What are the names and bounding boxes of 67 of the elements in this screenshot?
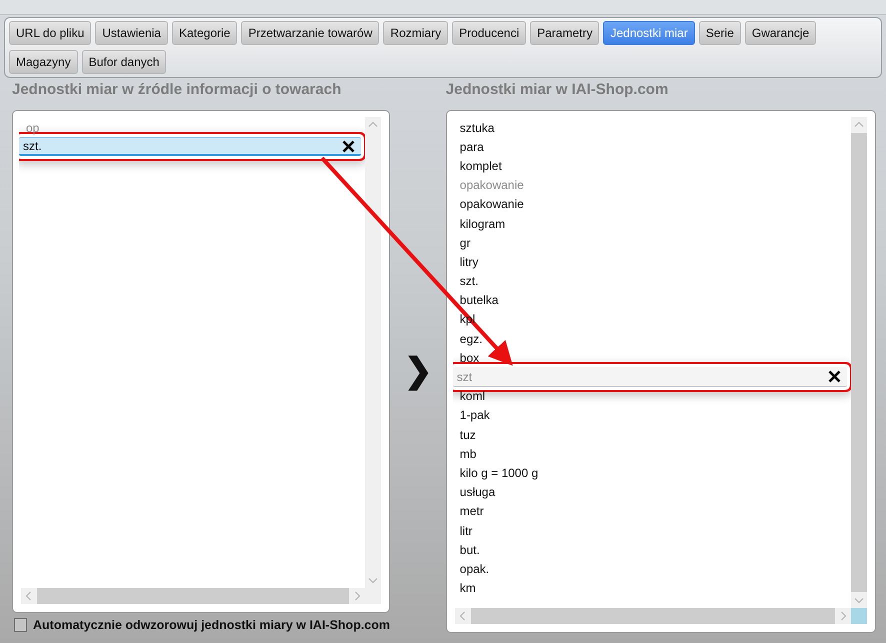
tab[interactable]: Producenci <box>452 21 526 45</box>
item-label: kilo g = 1000 g <box>460 466 538 480</box>
list-item[interactable]: litry <box>454 252 845 272</box>
tab[interactable]: Serie <box>698 21 741 45</box>
list-item[interactable]: sztuka <box>454 118 845 138</box>
item-label: opak. <box>460 562 490 576</box>
list-item[interactable]: koml <box>454 386 845 406</box>
item-label: butelka <box>460 293 498 308</box>
item-label: sztuka <box>460 120 494 135</box>
item-label: litry <box>460 254 478 269</box>
item-label: kilogram <box>460 216 506 231</box>
map-arrow[interactable]: ❯ <box>404 350 432 391</box>
item-label: egz. <box>460 332 482 346</box>
list-item[interactable]: kilogram <box>454 214 845 234</box>
list-item[interactable]: para <box>454 137 845 156</box>
list-item[interactable]: but. <box>454 540 845 560</box>
list-item[interactable]: opakowanie <box>454 194 845 214</box>
item-label: km <box>460 581 476 596</box>
checkbox[interactable] <box>14 618 28 632</box>
item-label: opakowanie <box>460 178 524 192</box>
item-label: szt <box>456 370 472 384</box>
list-item[interactable]: km <box>454 578 845 598</box>
scrollbar-corner <box>851 608 867 624</box>
tab[interactable]: Rozmiary <box>383 21 448 45</box>
list-item[interactable]: tuz <box>454 425 845 444</box>
list-item[interactable]: mb <box>454 444 845 464</box>
list-item[interactable]: metr <box>454 502 845 521</box>
item-label: szt. <box>23 139 42 154</box>
list-item[interactable]: opak. <box>454 559 845 578</box>
item-label: szt. <box>460 274 478 288</box>
panel-title: Jednostki miar w IAI-Shop.com <box>446 81 670 100</box>
item-label: koml <box>460 389 486 404</box>
list-item[interactable]: litr <box>454 520 845 540</box>
tab[interactable]: Gwarancje <box>744 21 816 45</box>
list-item[interactable]: egz. <box>454 329 845 348</box>
list-item[interactable]: box <box>454 348 845 368</box>
item-label: litr <box>460 524 472 538</box>
list-item[interactable]: kilo g = 1000 g <box>454 463 845 483</box>
tab[interactable]: Magazyny <box>9 50 78 74</box>
tab[interactable]: Ustawienia <box>95 21 168 45</box>
list-item[interactable]: 1-pak <box>454 406 845 425</box>
item-label: mb <box>460 446 476 461</box>
tab[interactable]: URL do pliku <box>9 21 92 45</box>
tab[interactable]: Przetwarzanie towarów <box>241 21 380 45</box>
item-label: para <box>460 140 484 154</box>
list-item[interactable]: szt. <box>454 272 845 291</box>
item-label: box <box>460 350 480 365</box>
item-label: but. <box>460 542 480 557</box>
panel-title: Jednostki miar w źródle informacji o towarach <box>12 81 342 100</box>
item-label: opakowanie <box>460 197 524 212</box>
item-label: op <box>26 120 40 135</box>
item-label: gr <box>460 236 470 250</box>
list-item[interactable]: usługa <box>454 482 845 502</box>
tab[interactable]: Parametry <box>530 21 600 45</box>
item-label: 1-pak <box>460 408 490 422</box>
item-label: metr <box>460 504 484 518</box>
list-item[interactable]: butelka <box>454 290 845 310</box>
list-item[interactable]: gr <box>454 233 845 252</box>
tab[interactable]: Kategorie <box>172 21 238 45</box>
tab[interactable]: Bufor danych <box>82 50 166 74</box>
list-item[interactable]: komplet <box>454 156 845 176</box>
item-label: tuz <box>460 428 476 442</box>
close-icon[interactable] <box>342 140 355 153</box>
vertical-scrollbar[interactable] <box>365 117 381 588</box>
item-label: usługa <box>460 485 496 500</box>
checkbox-label: Automatycznie odwzorowuj jednostki miary w IAI-Shop.com <box>33 618 390 632</box>
item-label: komplet <box>460 158 502 173</box>
